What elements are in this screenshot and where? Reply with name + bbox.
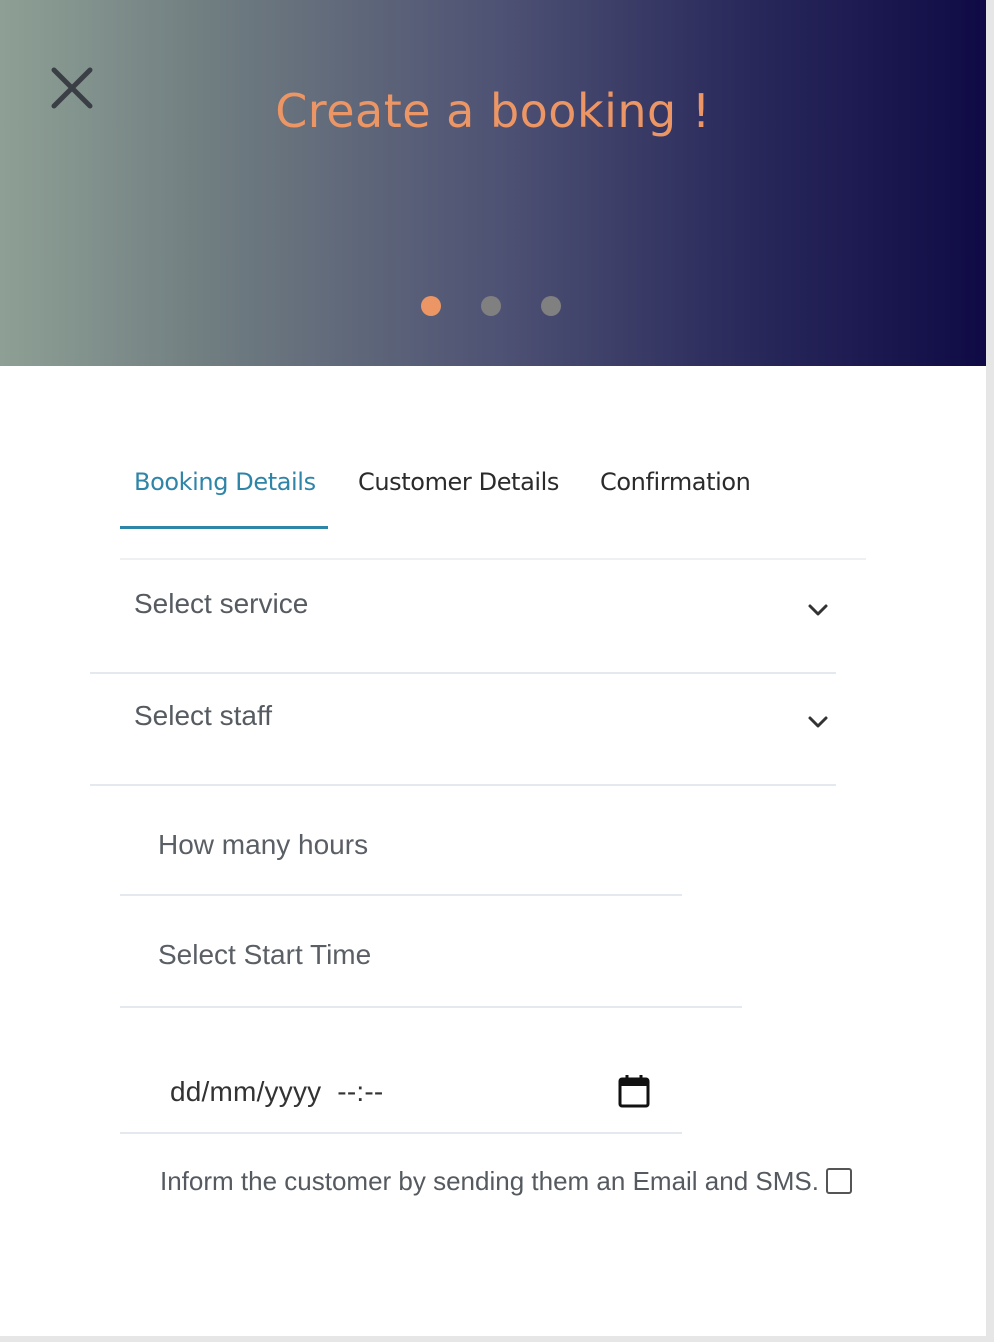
service-select-placeholder: Select service [134, 588, 309, 619]
datetime-input[interactable]: dd/mm/yyyy --:-- [120, 1040, 682, 1134]
active-tab-indicator [120, 526, 328, 529]
hours-field [120, 808, 682, 896]
carousel-dots [421, 296, 561, 316]
staff-select[interactable]: Select staff [90, 674, 836, 786]
service-select[interactable]: Select service [90, 562, 836, 674]
start-time-field [120, 918, 742, 1008]
start-time-input[interactable] [156, 938, 658, 972]
datetime-value: dd/mm/yyyy --:-- [170, 1076, 384, 1107]
carousel-dot-1[interactable] [421, 296, 441, 316]
page-title: Create a booking ! [275, 84, 711, 138]
carousel-dot-3[interactable] [541, 296, 561, 316]
booking-modal: Create a booking ! Booking Details Custo… [0, 0, 986, 1336]
tab-confirmation[interactable]: Confirmation [600, 468, 751, 496]
chevron-down-icon[interactable] [804, 596, 832, 624]
staff-select-placeholder: Select staff [134, 700, 273, 731]
carousel-dot-2[interactable] [481, 296, 501, 316]
inform-customer-label: Inform the customer by sending them an E… [160, 1166, 819, 1196]
chevron-down-icon[interactable] [804, 708, 832, 736]
modal-header: Create a booking ! [0, 0, 986, 366]
tab-booking-details[interactable]: Booking Details [134, 468, 316, 496]
hours-input[interactable] [156, 828, 610, 862]
inform-customer-checkbox[interactable] [826, 1168, 852, 1194]
calendar-icon[interactable] [618, 1074, 650, 1108]
step-tabs: Booking Details Customer Details Confirm… [120, 450, 866, 560]
tab-customer-details[interactable]: Customer Details [358, 468, 559, 496]
